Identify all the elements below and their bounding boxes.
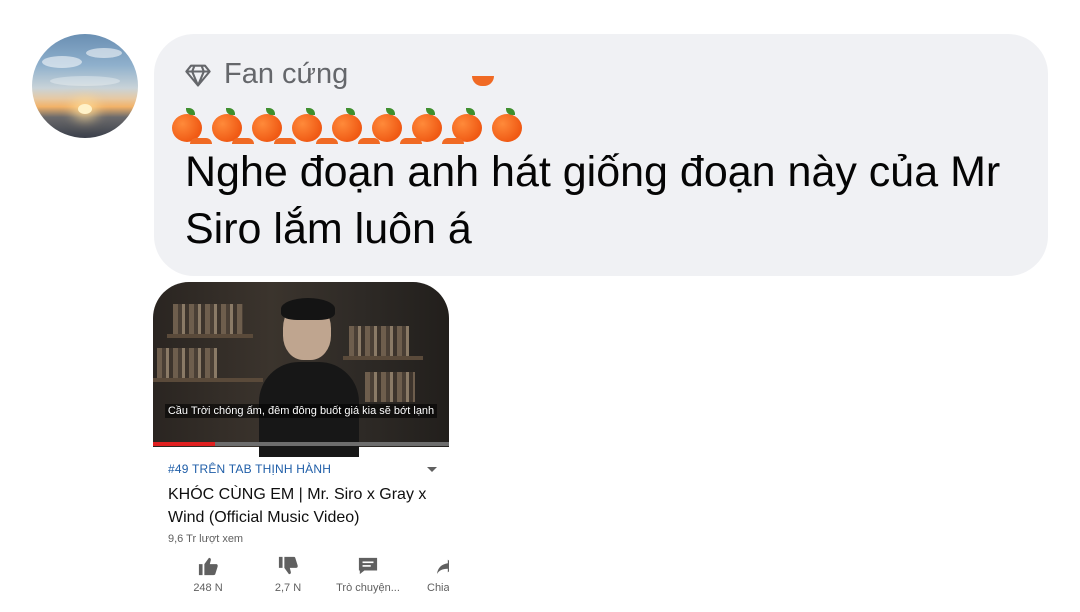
- comment-bubble: Fan cứng Nghe đoạn anh hát giống đoạn nà…: [154, 34, 1048, 276]
- expand-caret-icon[interactable]: [427, 467, 437, 472]
- diamond-icon: [185, 64, 211, 87]
- bookshelf-shelf: [167, 334, 253, 338]
- dislike-button[interactable]: 2,7 N: [253, 556, 323, 594]
- fan-badge[interactable]: Fan cứng: [184, 58, 348, 91]
- orange-emoji: [330, 108, 366, 142]
- avatar-cloud: [50, 76, 120, 86]
- orange-emoji: [170, 108, 206, 142]
- commenter-avatar[interactable]: [32, 34, 138, 138]
- bookshelf-books: [349, 326, 409, 356]
- video-screenshot-card[interactable]: Cầu Trời chóng ấm, đêm đông buốt giá kia…: [153, 282, 449, 612]
- orange-emoji: [370, 108, 406, 142]
- orange-emoji: [210, 108, 246, 142]
- avatar-cloud: [42, 56, 82, 68]
- orange-emoji: [410, 108, 446, 142]
- avatar-sun: [78, 104, 92, 114]
- bookshelf-books: [365, 372, 415, 402]
- thumbs-up-icon: [198, 557, 218, 576]
- orange-emoji: [250, 108, 286, 142]
- thumbs-down-icon: [278, 556, 298, 575]
- video-progress-fill: [153, 442, 216, 446]
- view-count: 9,6 Tr lượt xem: [168, 533, 244, 545]
- trending-label[interactable]: #49 TRÊN TAB THỊNH HÀNH: [168, 462, 331, 476]
- orange-emoji: [290, 108, 326, 142]
- video-actions: 248 N 2,7 N Trò chuyện... Chia: [153, 556, 449, 602]
- chat-label: Trò chuyện...: [336, 582, 400, 594]
- chat-button[interactable]: Trò chuyện...: [333, 556, 403, 594]
- video-thumbnail[interactable]: Cầu Trời chóng ấm, đêm đông buốt giá kia…: [153, 282, 449, 457]
- bookshelf-shelf: [153, 378, 263, 382]
- chat-icon: [358, 557, 378, 575]
- video-title: KHÓC CÙNG EM | Mr. Siro x Gray x Wind (O…: [168, 486, 427, 526]
- comment-text: Nghe đoạn anh hát giống đoạn này của Mr …: [185, 148, 1001, 253]
- dislike-count: 2,7 N: [274, 582, 302, 594]
- like-count: 248 N: [193, 582, 223, 594]
- orange-emoji-row: [170, 108, 530, 142]
- bookshelf-books: [173, 304, 243, 334]
- share-icon: [436, 559, 449, 575]
- orange-slice-emoji: [472, 76, 494, 86]
- like-button[interactable]: 248 N: [173, 556, 243, 594]
- bookshelf-shelf: [343, 356, 423, 360]
- orange-emoji: [490, 108, 526, 142]
- share-label: Chia: [427, 582, 449, 594]
- orange-emoji: [450, 108, 486, 142]
- share-button[interactable]: Chia: [405, 556, 449, 594]
- video-progress-bar[interactable]: [153, 442, 449, 446]
- singer-figure: [259, 298, 359, 457]
- bookshelf-books: [157, 348, 217, 378]
- badge-label: Fan cứng: [224, 58, 349, 90]
- avatar-cloud: [86, 48, 122, 58]
- video-subtitle: Cầu Trời chóng ấm, đêm đông buốt giá kia…: [153, 404, 449, 418]
